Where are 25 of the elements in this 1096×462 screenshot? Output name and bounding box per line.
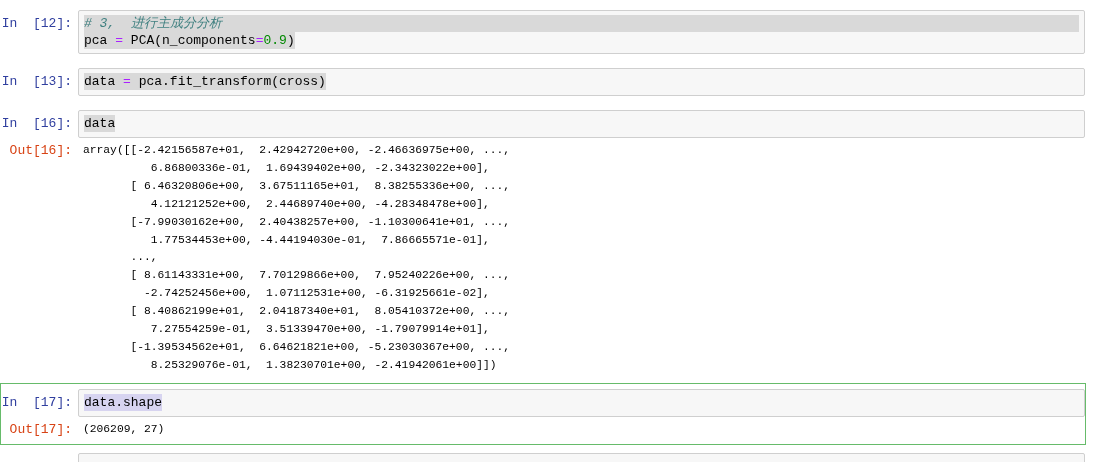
output-prompt: Out[17]: <box>9 421 72 437</box>
output-line: 8.25329076e-01, 1.38230701e+00, -2.41942061e+00]]) <box>149 357 498 373</box>
output-prompt: Out[16]: <box>9 143 72 158</box>
input-prompt: In [13]: <box>1 74 72 89</box>
selected-cell[interactable]: In [17]: data.shape Out[17]: (206209, 27) <box>0 382 1086 445</box>
output-line: 4.12121252e+00, 2.44689740e+00, -4.28348478e+00], <box>149 196 491 212</box>
code-input[interactable]: data <box>78 110 1085 138</box>
input-prompt: In [12]: <box>1 16 72 31</box>
output-line: array([[-2.42156587e+01, 2.42942720e+00, -2.46636975e+00, ..., <box>83 143 511 158</box>
output-line: 1.77534453e+00, -4.44194030e-01, 7.86665571e-01], <box>149 232 491 248</box>
output-line: 6.86800336e-01, 1.69439402e+00, -2.34323022e+00], <box>149 160 491 176</box>
input-prompt: In [17]: <box>1 394 72 410</box>
output-line: [ 8.40862199e+01, 2.04187340e+01, 8.05410372e+00, ..., <box>129 304 511 320</box>
output-line: -2.74252456e+00, 1.07112531e+00, -6.31925661e-02], <box>143 286 491 302</box>
output-line: ..., <box>129 250 159 266</box>
input-prompt: In [16]: <box>1 116 72 131</box>
code-input[interactable]: data.shape <box>78 388 1085 417</box>
output-line: [ 8.61143331e+00, 7.70129866e+00, 7.95240226e+00, ..., <box>129 268 511 284</box>
code-input[interactable]: data = pca.fit_transform(cross) <box>78 68 1085 96</box>
code-input[interactable]: # 3, 进行主成分分析 pca = PCA(n_components=0.9) <box>78 10 1085 54</box>
output-line: [-1.39534562e+01, 6.64621821e+00, -5.23030367e+00, ..., <box>129 339 511 355</box>
output-line: [-7.99030162e+00, 2.40438257e+00, -1.10300641e+01, ..., <box>129 214 511 230</box>
output-line: [ 6.46320806e+00, 3.67511165e+01, 8.38255336e+00, ..., <box>129 178 511 194</box>
output-line: 7.27554259e-01, 3.51339470e+00, -1.79079914e+01], <box>149 322 491 338</box>
output-line: (206209, 27) <box>83 421 165 437</box>
